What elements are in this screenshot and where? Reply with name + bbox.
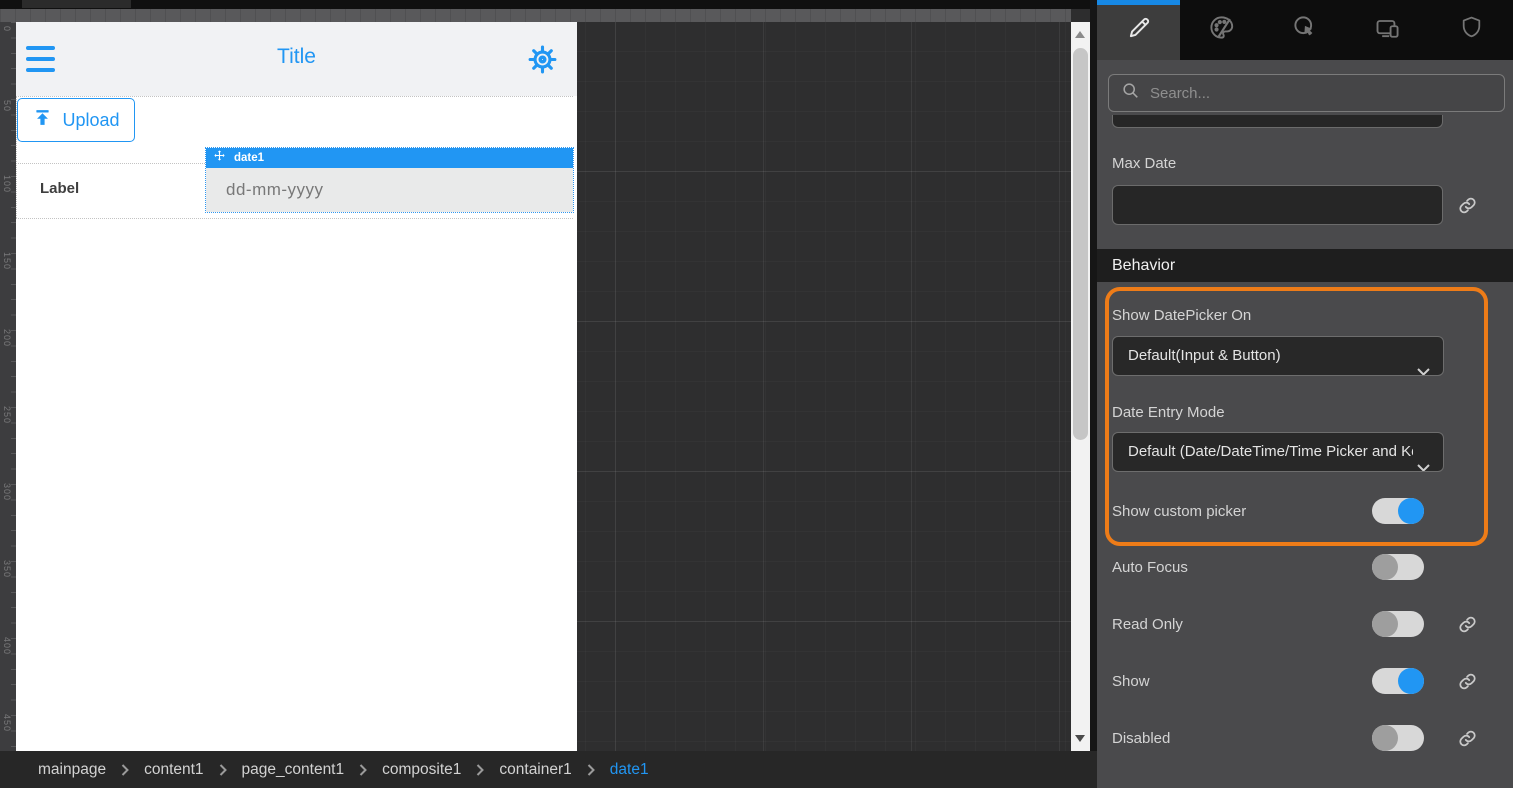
scroll-up-arrow[interactable] xyxy=(1075,31,1085,38)
panel-tabs xyxy=(1097,0,1513,60)
date-widget-selected[interactable]: date1 dd-mm-yyyy xyxy=(205,147,574,213)
disabled-label: Disabled xyxy=(1112,730,1170,747)
disabled-toggle[interactable] xyxy=(1372,725,1424,751)
ruler-label: 200 xyxy=(2,329,12,347)
row-divider xyxy=(16,218,573,219)
inspect-icon xyxy=(1292,14,1319,46)
breadcrumb: mainpage content1 page_content1 composit… xyxy=(0,751,1097,788)
bind-property-icon[interactable] xyxy=(1457,195,1479,217)
tab-properties[interactable] xyxy=(1097,0,1180,60)
row-divider xyxy=(16,96,573,97)
bind-property-icon[interactable] xyxy=(1457,614,1479,636)
show-custom-picker-label: Show custom picker xyxy=(1112,503,1246,520)
devices-icon xyxy=(1374,14,1402,47)
breadcrumb-item-container1[interactable]: container1 xyxy=(499,761,571,779)
upload-button[interactable]: Upload xyxy=(17,98,135,142)
show-custom-picker-toggle[interactable] xyxy=(1372,498,1424,524)
ruler-label: 350 xyxy=(2,560,12,578)
search-icon xyxy=(1122,82,1140,105)
breadcrumb-item-page-content1[interactable]: page_content1 xyxy=(242,761,345,779)
read-only-toggle[interactable] xyxy=(1372,611,1424,637)
upload-icon xyxy=(32,107,53,133)
chevron-right-icon xyxy=(121,764,129,776)
date-entry-mode-select[interactable]: Default (Date/DateTime/Time Picker and K… xyxy=(1112,432,1444,472)
bind-property-icon[interactable] xyxy=(1457,728,1479,750)
show-label: Show xyxy=(1112,673,1150,690)
ruler-label: 100 xyxy=(2,175,12,193)
widget-drag-handle[interactable]: date1 xyxy=(206,148,573,168)
design-canvas[interactable]: Title xyxy=(16,22,577,751)
palette-icon xyxy=(1208,14,1235,46)
ruler-label: 250 xyxy=(2,406,12,424)
auto-focus-label: Auto Focus xyxy=(1112,559,1188,576)
show-toggle[interactable] xyxy=(1372,668,1424,694)
chevron-down-icon xyxy=(1417,449,1430,472)
tab-styles[interactable] xyxy=(1180,0,1263,60)
upload-button-label: Upload xyxy=(62,110,119,131)
section-header-behavior[interactable]: Behavior xyxy=(1097,249,1513,282)
chevron-right-icon xyxy=(476,764,484,776)
canvas-top-tab xyxy=(22,0,131,8)
chevron-down-icon xyxy=(1417,353,1430,376)
property-search[interactable] xyxy=(1108,74,1505,112)
panel-divider xyxy=(1090,0,1097,788)
selected-value: Default (Date/DateTime/Time Picker and K… xyxy=(1128,433,1413,471)
auto-focus-toggle[interactable] xyxy=(1372,554,1424,580)
move-icon xyxy=(213,149,226,167)
page-title[interactable]: Title xyxy=(16,45,577,69)
ruler-label: 450 xyxy=(2,714,12,732)
ruler-label: 400 xyxy=(2,637,12,655)
breadcrumb-item-mainpage[interactable]: mainpage xyxy=(38,761,106,779)
search-input[interactable] xyxy=(1150,85,1470,102)
chevron-right-icon xyxy=(587,764,595,776)
chevron-right-icon xyxy=(219,764,227,776)
max-date-label: Max Date xyxy=(1112,155,1176,172)
tab-security[interactable] xyxy=(1430,0,1513,60)
canvas-top-bar xyxy=(0,0,1097,9)
breadcrumb-item-composite1[interactable]: composite1 xyxy=(382,761,461,779)
ruler-label: 150 xyxy=(2,252,12,270)
read-only-label: Read Only xyxy=(1112,616,1183,633)
ruler-label: 300 xyxy=(2,483,12,501)
scroll-down-arrow[interactable] xyxy=(1075,735,1085,742)
scrollbar-thumb[interactable] xyxy=(1073,48,1088,440)
shield-icon xyxy=(1459,15,1484,45)
breadcrumb-item-content1[interactable]: content1 xyxy=(144,761,203,779)
field-caption[interactable]: Label xyxy=(40,180,79,197)
ruler-label: 0 xyxy=(2,26,12,32)
canvas-scrollbar[interactable] xyxy=(1071,22,1090,751)
date-input[interactable]: dd-mm-yyyy xyxy=(206,168,573,212)
ruler-label: 50 xyxy=(2,100,12,112)
widget-name-label: date1 xyxy=(234,152,264,164)
tab-events[interactable] xyxy=(1263,0,1346,60)
breadcrumb-item-date1[interactable]: date1 xyxy=(610,761,649,779)
gear-icon[interactable] xyxy=(527,44,558,75)
canvas-grid[interactable] xyxy=(577,22,1071,751)
chevron-right-icon xyxy=(359,764,367,776)
tab-devices[interactable] xyxy=(1347,0,1430,60)
pencil-icon xyxy=(1126,15,1152,46)
show-datepicker-on-select[interactable]: Default(Input & Button) xyxy=(1112,336,1444,376)
scrolled-input-bottom xyxy=(1112,115,1443,128)
horizontal-ruler xyxy=(0,9,1071,22)
phone-header[interactable]: Title xyxy=(16,22,577,96)
date-entry-mode-label: Date Entry Mode xyxy=(1112,404,1225,421)
vertical-ruler: 0 50 100 150 200 250 300 350 400 450 xyxy=(0,22,16,751)
show-datepicker-on-label: Show DatePicker On xyxy=(1112,307,1251,324)
selected-value: Default(Input & Button) xyxy=(1128,337,1413,375)
app-window: 0 50 100 150 200 250 300 350 400 450 Tit… xyxy=(0,0,1513,788)
date-input-placeholder: dd-mm-yyyy xyxy=(226,180,324,200)
bind-property-icon[interactable] xyxy=(1457,671,1479,693)
properties-panel: Max Date Behavior Show DatePicker On Def… xyxy=(1097,0,1513,788)
max-date-input[interactable] xyxy=(1112,185,1443,225)
